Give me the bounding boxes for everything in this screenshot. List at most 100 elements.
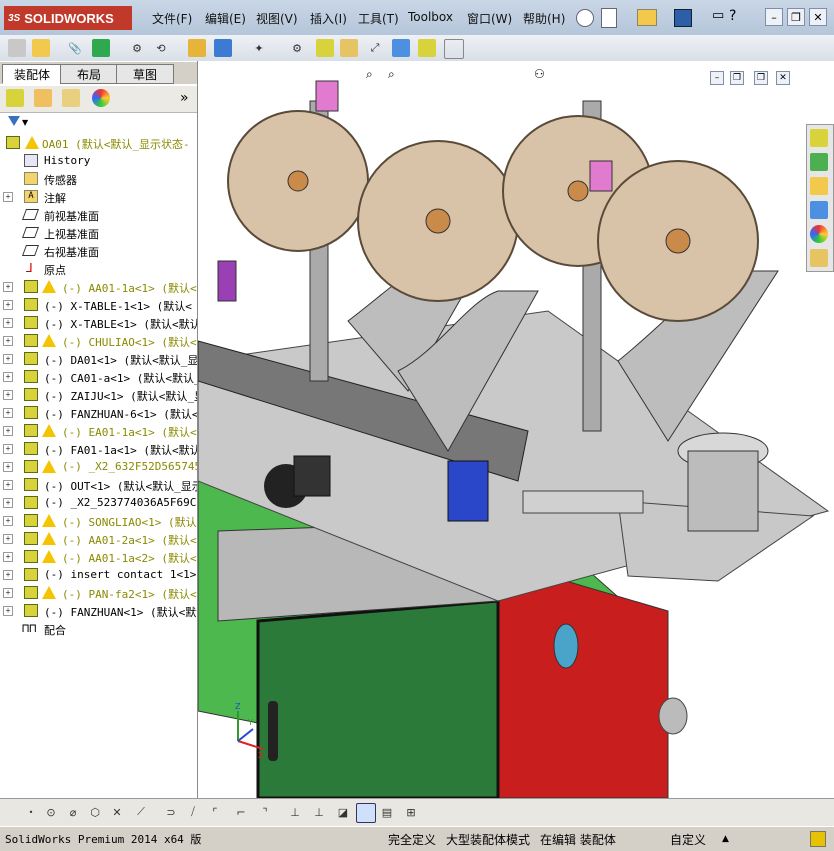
new-motion-study-icon[interactable]: ⚙ xyxy=(288,39,306,57)
help-button[interactable]: ? xyxy=(729,8,736,24)
expand-icon[interactable]: + xyxy=(3,300,13,310)
display-manager-icon[interactable] xyxy=(92,89,110,107)
tree-item-right-plane[interactable]: 右视基准面 xyxy=(0,242,197,260)
tree-item-component[interactable]: + (-) AA01-1a<2> (默认<默认 xyxy=(0,548,197,566)
mirror-icon[interactable]: ⧸ xyxy=(184,803,202,821)
explode-line-sketch-icon[interactable]: ⤢ xyxy=(366,39,384,57)
view-orientation-icon[interactable]: ⚇ xyxy=(534,67,545,81)
tree-item-component[interactable]: + (-) FA01-1a<1> (默认<默认_ xyxy=(0,440,197,458)
circle-icon[interactable]: ⊙ xyxy=(42,803,60,821)
exploded-view-icon[interactable] xyxy=(340,39,358,57)
linear-pattern-icon[interactable] xyxy=(92,39,110,57)
tree-item-component[interactable]: + (-) ZAIJU<1> (默认<默认_显 xyxy=(0,386,197,404)
move-component-icon[interactable]: ⟲ xyxy=(152,39,170,57)
graphics-viewport[interactable]: X Y Z ⌕ ⌕ ⚇ – ❐ ❐ ✕ xyxy=(198,61,834,798)
menu-file[interactable]: 文件(F) xyxy=(152,10,192,27)
new-document-icon[interactable] xyxy=(601,8,617,28)
tree-item-component[interactable]: + (-) _X2_523774036A5F69CB_ xyxy=(0,494,197,512)
tree-item-component[interactable]: + (-) FANZHUAN-6<1> (默认<默 xyxy=(0,404,197,422)
tag-icon[interactable] xyxy=(810,831,826,847)
tree-item-component[interactable]: + (-) insert contact 1<1> ( xyxy=(0,566,197,584)
tree-item-annotations[interactable]: + A 注解 xyxy=(0,188,197,206)
menu-tools[interactable]: 工具(T) xyxy=(358,10,399,27)
tree-item-component[interactable]: + (-) OUT<1> (默认<默认_显示 xyxy=(0,476,197,494)
expand-icon[interactable]: + xyxy=(3,426,13,436)
tree-item-mates[interactable]: ⊓⊓ 配合 xyxy=(0,620,197,638)
expand-icon[interactable]: + xyxy=(3,606,13,616)
status-large-assembly-mode[interactable]: 大型装配体模式 xyxy=(446,830,530,848)
file-explorer-icon[interactable] xyxy=(810,177,828,195)
status-custom-units[interactable]: 自定义 xyxy=(670,830,706,848)
zoom-to-fit-icon[interactable]: ⌕ xyxy=(366,67,373,82)
tree-item-component[interactable]: + (-) CHULIAO<1> (默认<默认 xyxy=(0,332,197,350)
expand-icon[interactable]: + xyxy=(3,516,13,526)
tree-item-component[interactable]: + (-) X-TABLE-1<1> (默认< xyxy=(0,296,197,314)
tab-layout[interactable]: 布局 xyxy=(60,64,118,84)
four-view-icon[interactable]: ⊞ xyxy=(402,803,420,821)
tree-item-component[interactable]: + (-) PAN-fa2<1> (默认<默认 xyxy=(0,584,197,602)
minimize-button[interactable]: – xyxy=(765,8,783,26)
rectangle-icon[interactable]: ⌐ xyxy=(232,803,250,821)
expand-icon[interactable]: + xyxy=(3,372,13,382)
tree-item-component[interactable]: + (-) SONGLIAO<1> (默认<默 xyxy=(0,512,197,530)
configuration-manager-icon[interactable] xyxy=(62,89,80,107)
tree-item-component[interactable]: + (-) DA01<1> (默认<默认_显 xyxy=(0,350,197,368)
cube-view-icon[interactable] xyxy=(356,803,376,823)
tree-item-origin[interactable]: ⅃ 原点 xyxy=(0,260,197,278)
expand-icon[interactable]: + xyxy=(3,570,13,580)
interference-detection-icon[interactable] xyxy=(392,39,410,57)
save-icon[interactable] xyxy=(674,9,692,27)
assembly-features-icon[interactable] xyxy=(214,39,232,57)
viewport-minimize-button[interactable]: – xyxy=(710,71,724,85)
plane-icon[interactable]: ◪ xyxy=(334,803,352,821)
filter-icon[interactable] xyxy=(8,116,20,126)
menu-window[interactable]: 窗口(W) xyxy=(467,10,512,27)
show-hidden-icon[interactable] xyxy=(188,39,206,57)
print-icon[interactable]: ▭ xyxy=(712,8,724,23)
tree-item-component[interactable]: + (-) AA01-1a<1> (默认<默 xyxy=(0,278,197,296)
zoom-area-icon[interactable]: ⌕ xyxy=(388,67,395,82)
solidworks-resources-icon[interactable] xyxy=(810,129,828,147)
menu-toolbox[interactable]: Toolbox xyxy=(408,10,453,24)
fillet-icon[interactable]: ⌜ xyxy=(206,803,224,821)
expand-icon[interactable]: + xyxy=(3,444,13,454)
menu-insert[interactable]: 插入(I) xyxy=(310,10,347,27)
menu-help[interactable]: 帮助(H) xyxy=(523,10,565,27)
view-palette-icon[interactable] xyxy=(810,201,828,219)
expand-icon[interactable]: + xyxy=(3,480,13,490)
trim-icon[interactable]: ✕ xyxy=(108,803,126,821)
viewport-close-button[interactable]: ✕ xyxy=(776,71,790,85)
tab-assembly[interactable]: 装配体 xyxy=(2,64,62,84)
point-icon[interactable]: • xyxy=(22,803,40,821)
split-view-icon[interactable]: ▤ xyxy=(378,803,396,821)
expand-panel-icon[interactable]: » xyxy=(180,90,189,106)
reference-geometry-icon[interactable]: ✦ xyxy=(250,39,268,57)
tab-sketch[interactable]: 草图 xyxy=(116,64,174,84)
solidworks-logo[interactable]: 3S SOLIDWORKS xyxy=(4,6,132,30)
polygon-icon[interactable]: ⬡ xyxy=(86,803,104,821)
extend-icon[interactable]: ⟋ xyxy=(132,803,150,821)
expand-icon[interactable]: + xyxy=(3,390,13,400)
feature-manager-icon[interactable] xyxy=(6,89,24,107)
filter-dropdown-icon[interactable]: ▼ xyxy=(22,118,28,127)
component-icon[interactable] xyxy=(8,39,26,57)
hole-alignment-icon[interactable] xyxy=(444,39,464,59)
menu-edit[interactable]: 编辑(E) xyxy=(205,10,246,27)
expand-icon[interactable]: + xyxy=(3,552,13,562)
offset-icon[interactable]: ⊃ xyxy=(162,803,180,821)
viewport-tile-button[interactable]: ❐ xyxy=(730,71,744,85)
relations-icon[interactable]: ⊥ xyxy=(310,803,328,821)
units-menu-arrow-icon[interactable]: ▲ xyxy=(722,830,729,848)
open-folder-icon[interactable] xyxy=(637,9,657,26)
expand-icon[interactable]: + xyxy=(3,282,13,292)
mate-icon[interactable]: 📎 xyxy=(66,39,84,57)
expand-icon[interactable]: + xyxy=(3,192,13,202)
tree-item-top-plane[interactable]: 上视基准面 xyxy=(0,224,197,242)
smart-fasteners-icon[interactable]: ⚙ xyxy=(128,39,146,57)
tree-item-front-plane[interactable]: 前视基准面 xyxy=(0,206,197,224)
expand-icon[interactable]: + xyxy=(3,336,13,346)
tree-root[interactable]: OA01 (默认<默认_显示状态- xyxy=(0,134,197,152)
design-library-icon[interactable] xyxy=(810,153,828,171)
appearances-icon[interactable] xyxy=(810,225,828,243)
tree-item-component[interactable]: + (-) FANZHUAN<1> (默认<默认 xyxy=(0,602,197,620)
